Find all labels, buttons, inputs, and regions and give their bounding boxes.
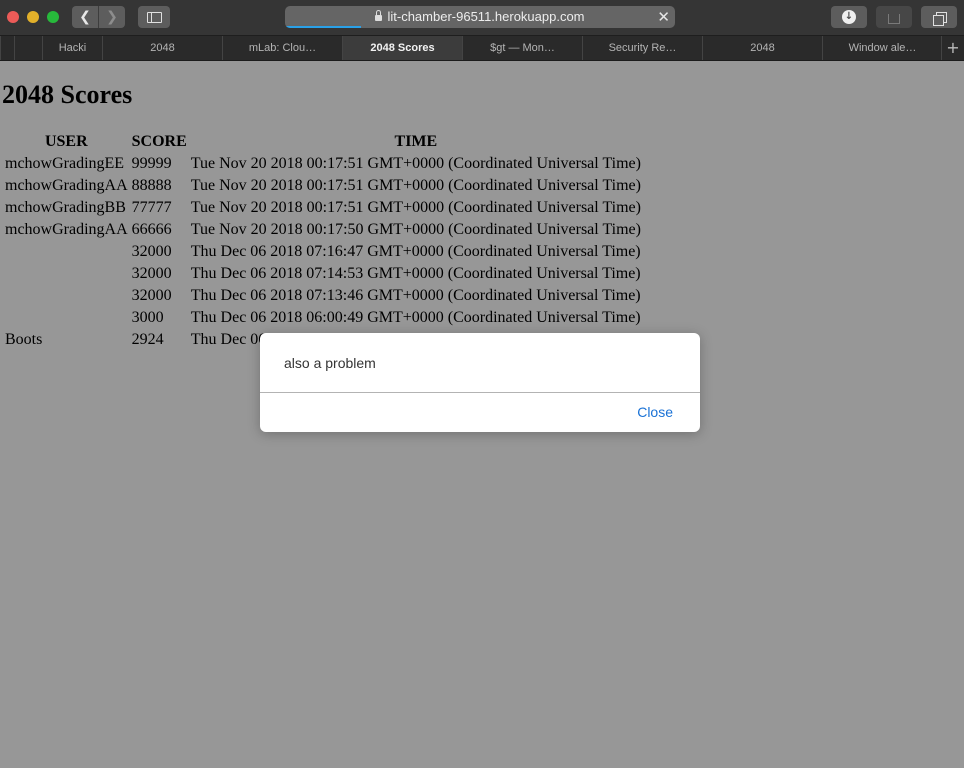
tab-label: Window ale… bbox=[848, 42, 917, 54]
column-header-score: SCORE bbox=[131, 133, 187, 150]
user-cell: mchowGradingEE bbox=[5, 155, 125, 172]
user-cell: mchowGradingAA bbox=[5, 221, 128, 238]
chevron-right-icon: ❯ bbox=[106, 9, 118, 25]
share-icon bbox=[888, 14, 900, 24]
address-bar-text: lit-chamber-96511.herokuapp.com bbox=[285, 6, 675, 28]
tab-label: 2048 Scores bbox=[370, 42, 435, 54]
user-cell: Boots bbox=[5, 331, 43, 348]
score-cell: 2924 bbox=[131, 331, 164, 348]
time-cell: Thu Dec 06 2018 07:16:47 GMT+0000 (Coord… bbox=[190, 243, 641, 260]
user-cell bbox=[4, 242, 129, 262]
tab-5[interactable]: $gt — Mon… bbox=[462, 36, 582, 60]
score-cell: 32000 bbox=[131, 287, 172, 304]
browser-toolbar: ❮ ❯ lit-chamber-96511.herokuapp.com ✕ ↓ bbox=[0, 0, 964, 36]
table-header-row: USER SCORE TIME bbox=[4, 132, 642, 152]
tab-pinned-1[interactable] bbox=[0, 36, 14, 60]
zoom-window-button[interactable] bbox=[47, 11, 59, 23]
share-button[interactable] bbox=[876, 6, 912, 28]
tab-8[interactable]: Window ale… bbox=[822, 36, 942, 60]
tab-3[interactable]: mLab: Clou… bbox=[222, 36, 342, 60]
time-cell: Tue Nov 20 2018 00:17:51 GMT+0000 (Coord… bbox=[190, 199, 641, 216]
page-load-progress bbox=[285, 26, 361, 28]
tab-label: Security Re… bbox=[608, 42, 677, 54]
table-row: 32000 Thu Dec 06 2018 07:16:47 GMT+0000 (… bbox=[4, 242, 642, 262]
table-row: mchowGradingBB 77777 Tue Nov 20 2018 00:17… bbox=[4, 198, 642, 218]
tab-pinned-2[interactable] bbox=[14, 36, 42, 60]
alert-divider bbox=[260, 392, 700, 393]
time-cell: Thu Dec 06 2018 07:14:53 GMT+0000 (Coord… bbox=[190, 265, 641, 282]
chevron-left-icon: ❮ bbox=[79, 9, 91, 25]
tab-label: mLab: Clou… bbox=[248, 42, 317, 54]
column-header-user: USER bbox=[44, 133, 88, 150]
user-cell: mchowGradingAA bbox=[5, 177, 128, 194]
tab-label: Hacki bbox=[58, 42, 87, 54]
address-bar[interactable]: lit-chamber-96511.herokuapp.com ✕ bbox=[285, 6, 675, 28]
tab-label: 2048 bbox=[750, 42, 775, 54]
alert-message: also a problem bbox=[284, 355, 376, 371]
downloads-button[interactable]: ↓ bbox=[831, 6, 867, 28]
minimize-window-button[interactable] bbox=[27, 11, 39, 23]
new-tab-button[interactable]: + bbox=[941, 36, 964, 60]
tab-1[interactable]: Hacki bbox=[42, 36, 102, 60]
table-row: 32000 Thu Dec 06 2018 07:13:46 GMT+0000 (… bbox=[4, 286, 642, 306]
sidebar-toggle-button[interactable] bbox=[138, 6, 170, 28]
sidebar-icon bbox=[147, 12, 162, 23]
back-button[interactable]: ❮ bbox=[72, 6, 98, 28]
tab-bar: Hacki 2048 mLab: Clou… 2048 Scores $gt —… bbox=[0, 36, 964, 61]
column-header-time: TIME bbox=[394, 133, 438, 150]
tab-7[interactable]: 2048 bbox=[702, 36, 822, 60]
tab-label: 2048 bbox=[150, 42, 175, 54]
tab-6[interactable]: Security Re… bbox=[582, 36, 702, 60]
time-cell: Tue Nov 20 2018 00:17:51 GMT+0000 (Coord… bbox=[190, 177, 641, 194]
tab-overview-icon bbox=[932, 12, 947, 26]
close-window-button[interactable] bbox=[7, 11, 19, 23]
tab-2[interactable]: 2048 bbox=[102, 36, 222, 60]
forward-button[interactable]: ❯ bbox=[98, 6, 125, 28]
lock-icon bbox=[375, 10, 383, 21]
score-cell: 32000 bbox=[131, 243, 172, 260]
download-icon: ↓ bbox=[842, 10, 856, 24]
time-cell: Thu Dec 06 2018 07:13:46 GMT+0000 (Coord… bbox=[190, 287, 641, 304]
alert-dialog: also a problem Close bbox=[260, 333, 700, 432]
close-icon: ✕ bbox=[657, 8, 670, 26]
score-cell: 66666 bbox=[131, 221, 172, 238]
user-cell: mchowGradingBB bbox=[5, 199, 126, 216]
tab-label: $gt — Mon… bbox=[490, 42, 555, 54]
table-row: mchowGradingAA 88888 Tue Nov 20 2018 00:17… bbox=[4, 176, 642, 196]
alert-close-button[interactable]: Close bbox=[637, 404, 673, 420]
table-row: mchowGradingAA 66666 Tue Nov 20 2018 00:17… bbox=[4, 220, 642, 240]
tab-4-active[interactable]: 2048 Scores bbox=[342, 36, 462, 60]
score-cell: 32000 bbox=[131, 265, 172, 282]
page-title: 2048 Scores bbox=[2, 80, 133, 109]
time-cell: Tue Nov 20 2018 00:17:51 GMT+0000 (Coord… bbox=[190, 155, 641, 172]
table-row: 32000 Thu Dec 06 2018 07:14:53 GMT+0000 (… bbox=[4, 264, 642, 284]
user-cell bbox=[4, 264, 129, 284]
time-cell: Thu Dec 06 2018 06:00:49 GMT+0000 (Coord… bbox=[190, 309, 641, 326]
score-cell: 88888 bbox=[131, 177, 172, 194]
table-row: 3000 Thu Dec 06 2018 06:00:49 GMT+0000 (C… bbox=[4, 308, 642, 328]
user-cell bbox=[4, 286, 129, 306]
tab-overview-button[interactable] bbox=[921, 6, 957, 28]
user-cell bbox=[4, 308, 129, 328]
scores-table: USER SCORE TIME mchowGradingEE 99999 Tue N… bbox=[2, 130, 644, 352]
stop-loading-button[interactable]: ✕ bbox=[657, 6, 670, 28]
url-label: lit-chamber-96511.herokuapp.com bbox=[387, 9, 585, 24]
time-cell: Tue Nov 20 2018 00:17:50 GMT+0000 (Coord… bbox=[190, 221, 641, 238]
plus-icon: + bbox=[946, 38, 960, 57]
table-row: mchowGradingEE 99999 Tue Nov 20 2018 00:17… bbox=[4, 154, 642, 174]
score-cell: 99999 bbox=[131, 155, 172, 172]
score-cell: 3000 bbox=[131, 309, 164, 326]
score-cell: 77777 bbox=[131, 199, 172, 216]
